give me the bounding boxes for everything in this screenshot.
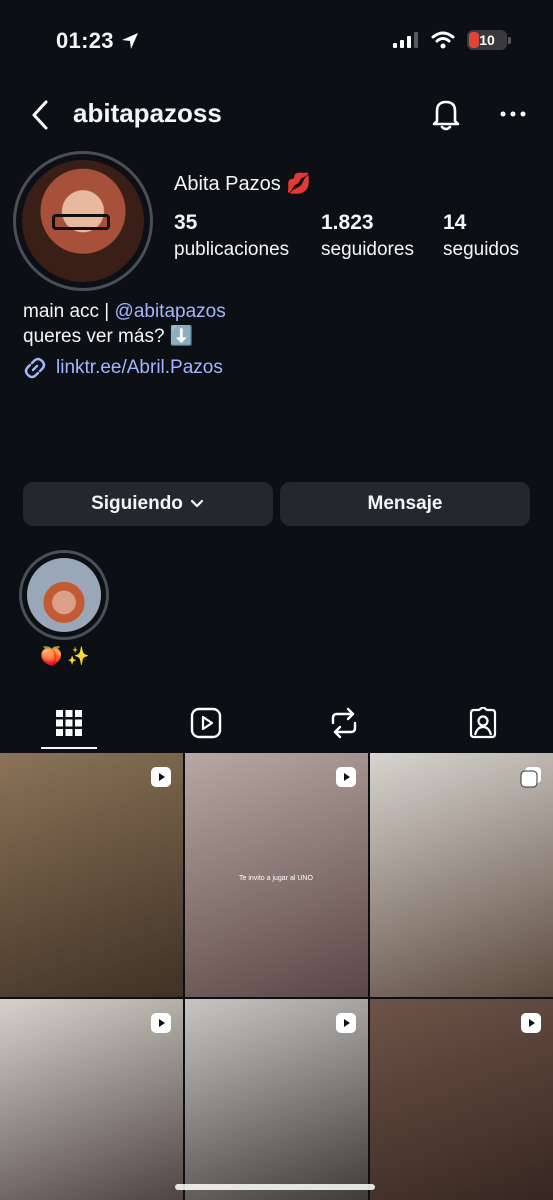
profile-avatar[interactable]: [13, 151, 153, 291]
home-indicator[interactable]: [175, 1184, 375, 1190]
stat-following-label: seguidos: [443, 239, 520, 260]
reel-badge-icon: [151, 1013, 171, 1033]
stat-posts[interactable]: 35 publicaciones: [174, 211, 289, 261]
battery-icon: 10: [467, 30, 511, 50]
status-bar: 01:23 10: [0, 0, 553, 84]
message-label: Mensaje: [367, 493, 443, 514]
tab-reposts[interactable]: [316, 697, 372, 749]
reel-badge-icon: [151, 767, 171, 787]
stat-following[interactable]: 14 seguidos: [443, 211, 519, 261]
bio-link[interactable]: linktr.ee/Abril.Pazos: [23, 356, 223, 380]
bio-line-1: main acc | @abitapazos: [23, 299, 226, 324]
signal-icon: [393, 32, 418, 48]
tagged-icon: [469, 707, 497, 739]
ellipsis-icon: [500, 111, 526, 117]
status-indicators: 10: [393, 30, 511, 50]
profile-header: abitapazoss: [0, 92, 553, 138]
reel-badge-icon: [336, 767, 356, 787]
reels-icon: [190, 707, 222, 739]
post-caption-overlay: Te invito a jugar al UNO: [239, 875, 313, 882]
tab-tagged[interactable]: [455, 697, 511, 749]
back-button[interactable]: [26, 98, 54, 132]
following-button[interactable]: Siguiendo: [23, 482, 273, 526]
bio-mention-link[interactable]: @abitapazos: [115, 301, 226, 322]
reel-badge-icon: [521, 1013, 541, 1033]
message-button[interactable]: Mensaje: [280, 482, 530, 526]
more-options-button[interactable]: [499, 102, 527, 126]
tab-posts[interactable]: [41, 697, 97, 749]
highlight-cover: [27, 558, 101, 632]
post-thumbnail[interactable]: Te invito a jugar al UNO: [185, 753, 368, 997]
battery-level: 10: [479, 32, 495, 48]
post-thumbnail[interactable]: [0, 753, 183, 997]
wifi-icon: [431, 31, 455, 49]
following-label: Siguiendo: [91, 493, 183, 514]
story-highlight[interactable]: [19, 550, 109, 640]
link-icon: [24, 357, 46, 379]
post-thumbnail[interactable]: [370, 999, 553, 1200]
display-name: Abita Pazos 💋: [174, 173, 312, 195]
header-username: abitapazoss: [73, 98, 222, 128]
highlight-label: 🍑 ✨: [40, 646, 90, 666]
reel-badge-icon: [336, 1013, 356, 1033]
profile-tabs: [0, 697, 553, 753]
chevron-left-icon: [32, 100, 48, 130]
bio-prefix: main acc |: [23, 301, 115, 322]
stat-followers-value: 1.823: [321, 211, 374, 234]
bio-line-2: queres ver más? ⬇️: [23, 326, 194, 347]
post-thumbnail[interactable]: [0, 999, 183, 1200]
status-time: 01:23: [56, 28, 140, 54]
active-tab-indicator: [41, 747, 97, 749]
post-thumbnail[interactable]: [370, 753, 553, 997]
location-arrow-icon: [121, 33, 138, 49]
bell-icon: [432, 100, 460, 131]
stat-followers-label: seguidores: [321, 239, 414, 260]
reposts-icon: [331, 707, 357, 739]
time-label: 01:23: [56, 28, 114, 53]
stat-posts-value: 35: [174, 211, 198, 234]
stat-posts-label: publicaciones: [174, 239, 290, 260]
chevron-down-icon: [190, 499, 204, 508]
stat-following-value: 14: [443, 211, 467, 234]
bio: main acc | @abitapazos queres ver más? ⬇…: [23, 299, 226, 349]
avatar-image: [22, 160, 144, 282]
tab-reels[interactable]: [178, 697, 234, 749]
bio-link-text: linktr.ee/Abril.Pazos: [56, 357, 223, 378]
grid-icon: [56, 710, 82, 736]
carousel-badge-icon: [520, 767, 541, 788]
notifications-button[interactable]: [431, 97, 461, 131]
post-thumbnail[interactable]: [185, 999, 368, 1200]
stat-followers[interactable]: 1.823 seguidores: [321, 211, 414, 261]
